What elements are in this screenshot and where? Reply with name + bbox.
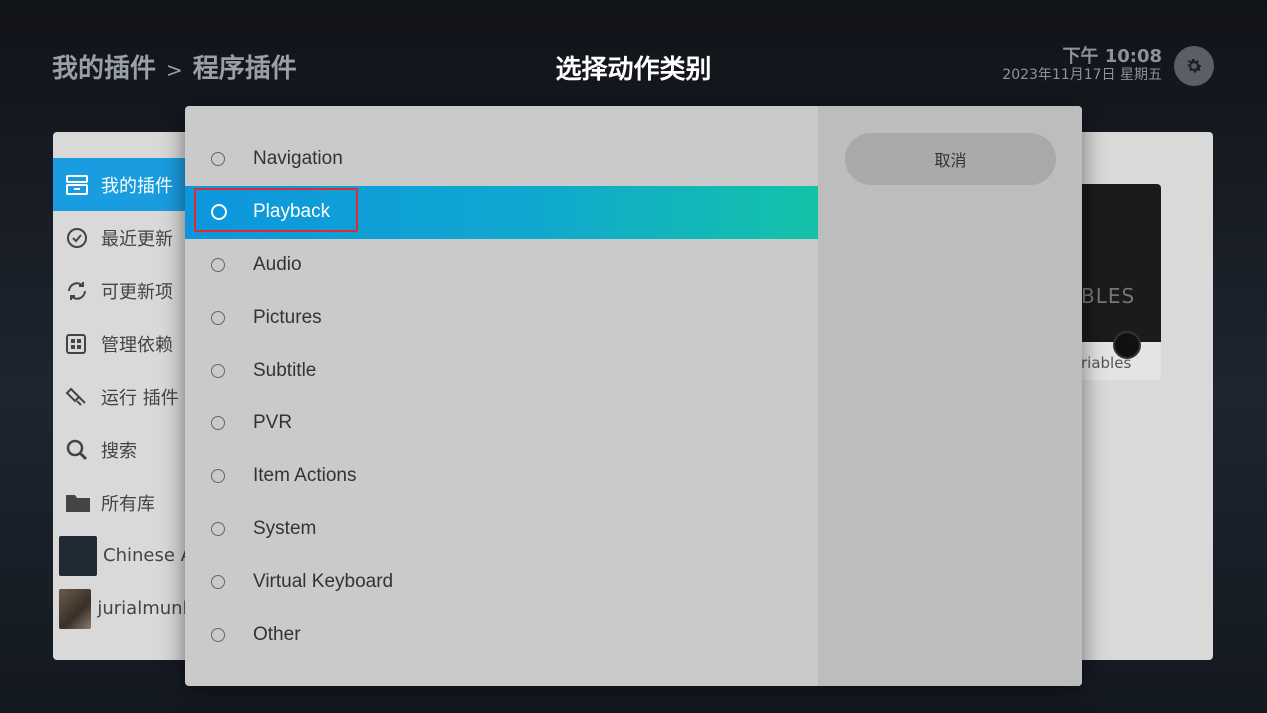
sidebar-item-label: 管理依赖 (101, 334, 173, 356)
sidebar-item-label: jurialmunk (97, 598, 193, 619)
plugin-icon (65, 385, 101, 409)
sidebar-item-manage-dependencies[interactable]: 管理依赖 (53, 317, 193, 370)
option-subtitle[interactable]: Subtitle (185, 344, 818, 397)
cancel-button[interactable]: 取消 (845, 133, 1056, 185)
sidebar-item-label: 最近更新 (101, 228, 173, 250)
kodi-thumbnail (59, 535, 98, 576)
grid-icon (65, 333, 101, 355)
search-icon (65, 438, 101, 462)
sidebar-item-chinese-addons[interactable]: Chinese A (53, 529, 193, 582)
option-label: Item Actions (253, 465, 357, 487)
option-label: Audio (253, 253, 302, 275)
option-system[interactable]: System (185, 503, 818, 556)
select-action-category-dialog: Navigation Playback Audio Pictures Subti… (185, 106, 1082, 686)
refresh-icon (65, 279, 101, 303)
history-icon (65, 226, 101, 250)
sidebar-item-label: 我的插件 (101, 175, 173, 197)
option-virtual-keyboard[interactable]: Virtual Keyboard (185, 555, 818, 608)
addon-card-image-text: BLES (1081, 284, 1136, 308)
option-playback[interactable]: Playback (185, 185, 818, 239)
addon-card-image (1075, 184, 1161, 342)
sidebar-item-recent-updates[interactable]: 最近更新 (53, 211, 193, 264)
radio-icon (211, 310, 225, 325)
clock-date: 2023年11月17日 星期五 (1002, 67, 1162, 83)
dialog-button-column: 取消 (818, 106, 1082, 686)
option-item-actions[interactable]: Item Actions (185, 450, 818, 503)
option-other[interactable]: Other (185, 608, 818, 661)
option-label: Virtual Keyboard (253, 570, 394, 592)
option-label: Subtitle (253, 359, 317, 381)
radio-icon (211, 627, 225, 642)
sidebar-item-label: 所有库 (101, 493, 155, 515)
settings-button[interactable] (1174, 46, 1214, 86)
clock-time: 下午 10:08 (1062, 46, 1162, 67)
addon-card-label: riables (1081, 354, 1132, 372)
sidebar-item-my-addons[interactable]: 我的插件 (53, 158, 193, 211)
avatar (59, 588, 92, 629)
sidebar-item-label: 搜索 (101, 440, 137, 462)
radio-icon (211, 574, 225, 589)
option-label: PVR (253, 412, 293, 434)
sidebar-item-run-addon[interactable]: 运行 插件 (53, 370, 193, 423)
option-label: Pictures (253, 306, 322, 328)
sidebar-item-all-repositories[interactable]: 所有库 (53, 476, 193, 529)
sidebar-item-label: Chinese A (103, 545, 193, 566)
option-label: Playback (253, 201, 331, 223)
clock: 下午 10:08 2023年11月17日 星期五 (1002, 48, 1162, 84)
top-bar: 我的插件 > 程序插件 选择动作类别 下午 10:08 2023年11月17日 星期… (0, 0, 1267, 105)
option-pvr[interactable]: PVR (185, 397, 818, 450)
sidebar-item-available-updates[interactable]: 可更新项 (53, 264, 193, 317)
box-icon (65, 174, 101, 196)
option-label: Other (253, 623, 301, 645)
addon-card[interactable]: BLES riables (1075, 184, 1161, 380)
radio-icon (211, 257, 225, 272)
sidebar-item-search[interactable]: 搜索 (53, 423, 193, 476)
radio-icon (211, 416, 225, 431)
category-list: Navigation Playback Audio Pictures Subti… (185, 133, 818, 661)
folder-icon (65, 492, 101, 514)
sidebar-item-label: 运行 插件 (101, 387, 179, 409)
option-label: System (253, 517, 317, 539)
radio-icon (211, 521, 225, 536)
sidebar-item-jurialmunkey[interactable]: jurialmunk (53, 582, 193, 635)
gear-icon (1187, 58, 1202, 73)
radio-icon (211, 469, 225, 484)
radio-icon (211, 152, 225, 167)
radio-icon (211, 363, 225, 378)
option-pictures[interactable]: Pictures (185, 291, 818, 344)
option-audio[interactable]: Audio (185, 239, 818, 292)
sidebar-item-label: 可更新项 (101, 281, 173, 303)
sidebar: 我的插件 最近更新 可更新项 管理依赖 运行 插件 搜索 所有库 Chinese… (53, 158, 193, 635)
option-navigation[interactable]: Navigation (185, 133, 818, 186)
option-label: Navigation (253, 148, 343, 170)
